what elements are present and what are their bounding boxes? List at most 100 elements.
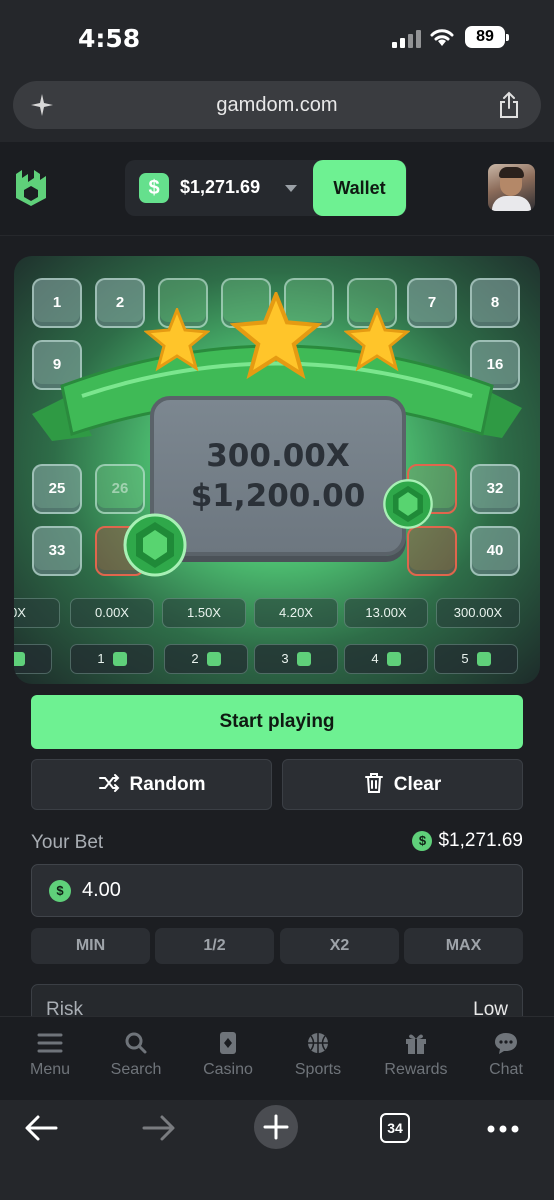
dollar-icon: $: [139, 173, 169, 203]
nav-chat[interactable]: Chat: [461, 1031, 551, 1079]
menu-icon: [37, 1033, 63, 1053]
gem-square-icon: [206, 652, 221, 666]
payout-chip: 1.50X: [162, 598, 246, 628]
casino-card-icon: [220, 1032, 236, 1054]
wallet-button[interactable]: Wallet: [313, 160, 406, 216]
your-bet-label: Your Bet: [31, 832, 104, 853]
gem-square-icon: [14, 652, 25, 666]
basketball-icon: [308, 1033, 328, 1053]
win-result-panel: 300.00X $1,200.00: [150, 396, 406, 556]
nav-chat-label: Chat: [489, 1061, 523, 1078]
clear-label: Clear: [393, 774, 442, 795]
search-icon: [125, 1032, 147, 1054]
bet-amount-input[interactable]: $ 4.00: [31, 864, 523, 917]
payout-chip: 300.00X: [436, 598, 520, 628]
tab-count-button[interactable]: 34: [380, 1113, 410, 1143]
bet-amount-value[interactable]: 4.00: [82, 879, 121, 902]
hit-chip: 0: [14, 644, 52, 674]
star-icon: [144, 308, 210, 372]
nav-sports[interactable]: Sports: [273, 1031, 363, 1079]
plus-icon: [263, 1114, 289, 1140]
win-amount: $1,200.00: [190, 478, 366, 514]
browser-url-bar: gamdom.com: [0, 76, 554, 142]
hit-chip: 1: [70, 644, 154, 674]
hit-count: 5: [461, 651, 469, 666]
nav-search[interactable]: Search: [91, 1031, 181, 1079]
new-tab-button[interactable]: [254, 1105, 298, 1149]
bet-min-button[interactable]: MIN: [31, 928, 150, 964]
url-text: gamdom.com: [216, 94, 338, 116]
hit-count: 4: [371, 651, 379, 666]
hit-chip: 5: [434, 644, 518, 674]
bet-balance-amount: $1,271.69: [438, 830, 523, 851]
clear-button[interactable]: Clear: [282, 759, 523, 810]
grid-tile[interactable]: 40: [470, 526, 520, 576]
address-field[interactable]: gamdom.com: [13, 81, 541, 129]
grid-tile[interactable]: [407, 526, 457, 576]
dollar-coin-icon: $: [412, 831, 433, 851]
forward-arrow-icon[interactable]: [142, 1114, 176, 1142]
hit-counts: 0 1 2 3 4 5: [14, 644, 540, 674]
star-icon: [344, 308, 410, 372]
hit-count: 3: [281, 651, 289, 666]
nav-menu[interactable]: Menu: [5, 1031, 95, 1079]
bet-balance: $ $1,271.69: [412, 830, 523, 852]
browser-toolbar: 34: [0, 1100, 554, 1200]
nav-rewards-label: Rewards: [384, 1061, 448, 1078]
balance-amount: $1,271.69: [180, 177, 261, 197]
payout-chip: 0.00X: [70, 598, 154, 628]
hit-chip: 2: [164, 644, 248, 674]
back-arrow-icon[interactable]: [24, 1114, 58, 1142]
gem-icon: [383, 479, 433, 529]
start-playing-button[interactable]: Start playing: [31, 695, 523, 749]
gem-square-icon: [476, 652, 491, 666]
win-multiplier: 300.00X: [206, 438, 350, 474]
chevron-down-icon: [285, 185, 297, 192]
cellular-signal-icon: [392, 30, 421, 48]
gift-icon: [406, 1034, 426, 1054]
shuffle-icon: [98, 773, 119, 792]
hit-chip: 3: [254, 644, 338, 674]
hit-count: 2: [191, 651, 199, 666]
share-icon[interactable]: [497, 91, 521, 119]
hit-chip: 4: [344, 644, 428, 674]
payout-chip: 13.00X: [344, 598, 428, 628]
status-bar: 4:58 89: [0, 0, 554, 76]
payout-multipliers: 0X 0.00X 1.50X 4.20X 13.00X 300.00X: [14, 598, 540, 628]
bet-max-button[interactable]: MAX: [404, 928, 523, 964]
grid-tile[interactable]: 32: [470, 464, 520, 514]
trash-icon: [364, 772, 383, 793]
status-time: 4:58: [78, 24, 141, 53]
gem-square-icon: [296, 652, 311, 666]
site-header: $ $1,271.69 Wallet: [0, 142, 554, 236]
gem-square-icon: [386, 652, 401, 666]
site-bottom-nav: Menu Search Casino Sports Rewards Chat: [0, 1016, 554, 1100]
nav-casino[interactable]: Casino: [183, 1031, 273, 1079]
payout-chip: 4.20X: [254, 598, 338, 628]
nav-menu-label: Menu: [29, 1061, 71, 1078]
battery-icon: 89: [465, 26, 509, 48]
avatar[interactable]: [488, 164, 535, 211]
wifi-icon: [430, 29, 454, 46]
random-button[interactable]: Random: [31, 759, 272, 810]
gem-square-icon: [112, 652, 127, 666]
nav-search-label: Search: [110, 1061, 162, 1078]
grid-tile[interactable]: 33: [32, 526, 82, 576]
payout-chip: 0X: [14, 598, 60, 628]
gamdom-logo-icon[interactable]: [14, 168, 48, 206]
random-label: Random: [129, 774, 206, 795]
gem-icon: [123, 513, 187, 577]
mines-game-board: 1 2 7 8 9 16 25 26 32 33 40 300.00X $1,2…: [14, 256, 540, 684]
hit-count: 1: [97, 651, 105, 666]
bet-double-button[interactable]: X2: [280, 928, 399, 964]
nav-rewards[interactable]: Rewards: [371, 1031, 461, 1079]
nav-sports-label: Sports: [294, 1061, 342, 1078]
chat-bubble-icon: [495, 1033, 517, 1054]
star-icon: [230, 292, 322, 380]
grid-tile[interactable]: 25: [32, 464, 82, 514]
dollar-coin-icon: $: [49, 880, 71, 902]
grid-tile[interactable]: 26: [95, 464, 145, 514]
nav-casino-label: Casino: [203, 1061, 253, 1078]
more-options-icon[interactable]: [486, 1124, 520, 1134]
bet-half-button[interactable]: 1/2: [155, 928, 274, 964]
